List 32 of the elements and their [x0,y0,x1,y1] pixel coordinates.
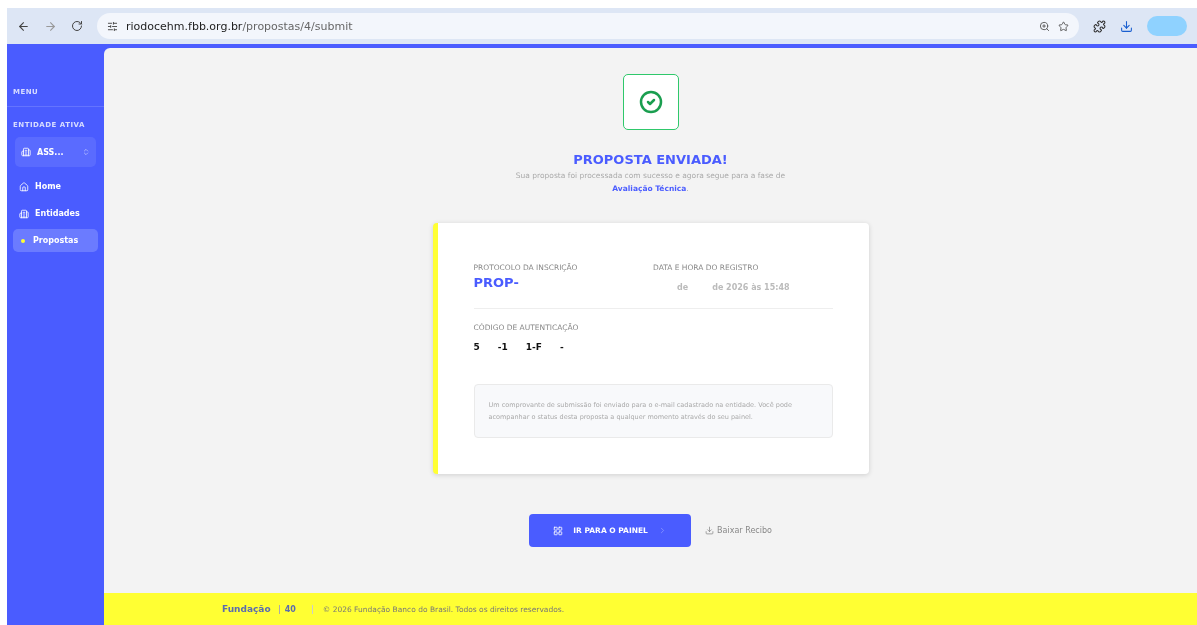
zoom-icon[interactable] [1039,20,1050,32]
download-receipt-link[interactable]: Baixar Recibo [705,526,772,535]
check-circle-icon [638,90,663,114]
entity-selector[interactable]: ASS... [15,137,96,167]
star-icon[interactable] [1058,20,1069,32]
building-icon [21,147,31,157]
sidebar-item[interactable]: Home [13,175,98,198]
auth-code: - [559,342,564,352]
date-value: de 2026 às 15:48 [712,283,790,292]
address-bar[interactable]: riodocehm.fbb.org.br/propostas/4/submit [97,13,1079,39]
extensions-icon[interactable] [1093,19,1106,33]
back-icon[interactable] [17,19,30,33]
site-settings-icon [107,20,118,32]
auth-code: 5 [473,342,480,352]
building-icon [19,208,29,219]
protocol-value: PROP- [473,275,520,290]
footer-brand: Fundação [222,604,271,614]
url-text: riodocehm.fbb.org.br/propostas/4/submit [126,19,353,33]
auth-code: -1 [497,342,508,352]
download-icon [705,526,715,535]
success-title: PROPOSTA ENVIADA! [573,152,728,167]
home-icon [19,181,29,192]
sidebar-item[interactable]: Propostas [13,229,98,252]
chevron-icon [82,148,90,156]
grid-icon [553,525,564,536]
reload-icon[interactable] [71,20,83,32]
dot-icon [21,238,25,243]
date-value: de [677,283,689,292]
anniversary-badge: 40 [278,604,296,614]
auth-code: 1-F [525,342,542,352]
download-icon[interactable] [1120,19,1133,33]
sidebar-item[interactable]: Entidades [13,202,98,225]
